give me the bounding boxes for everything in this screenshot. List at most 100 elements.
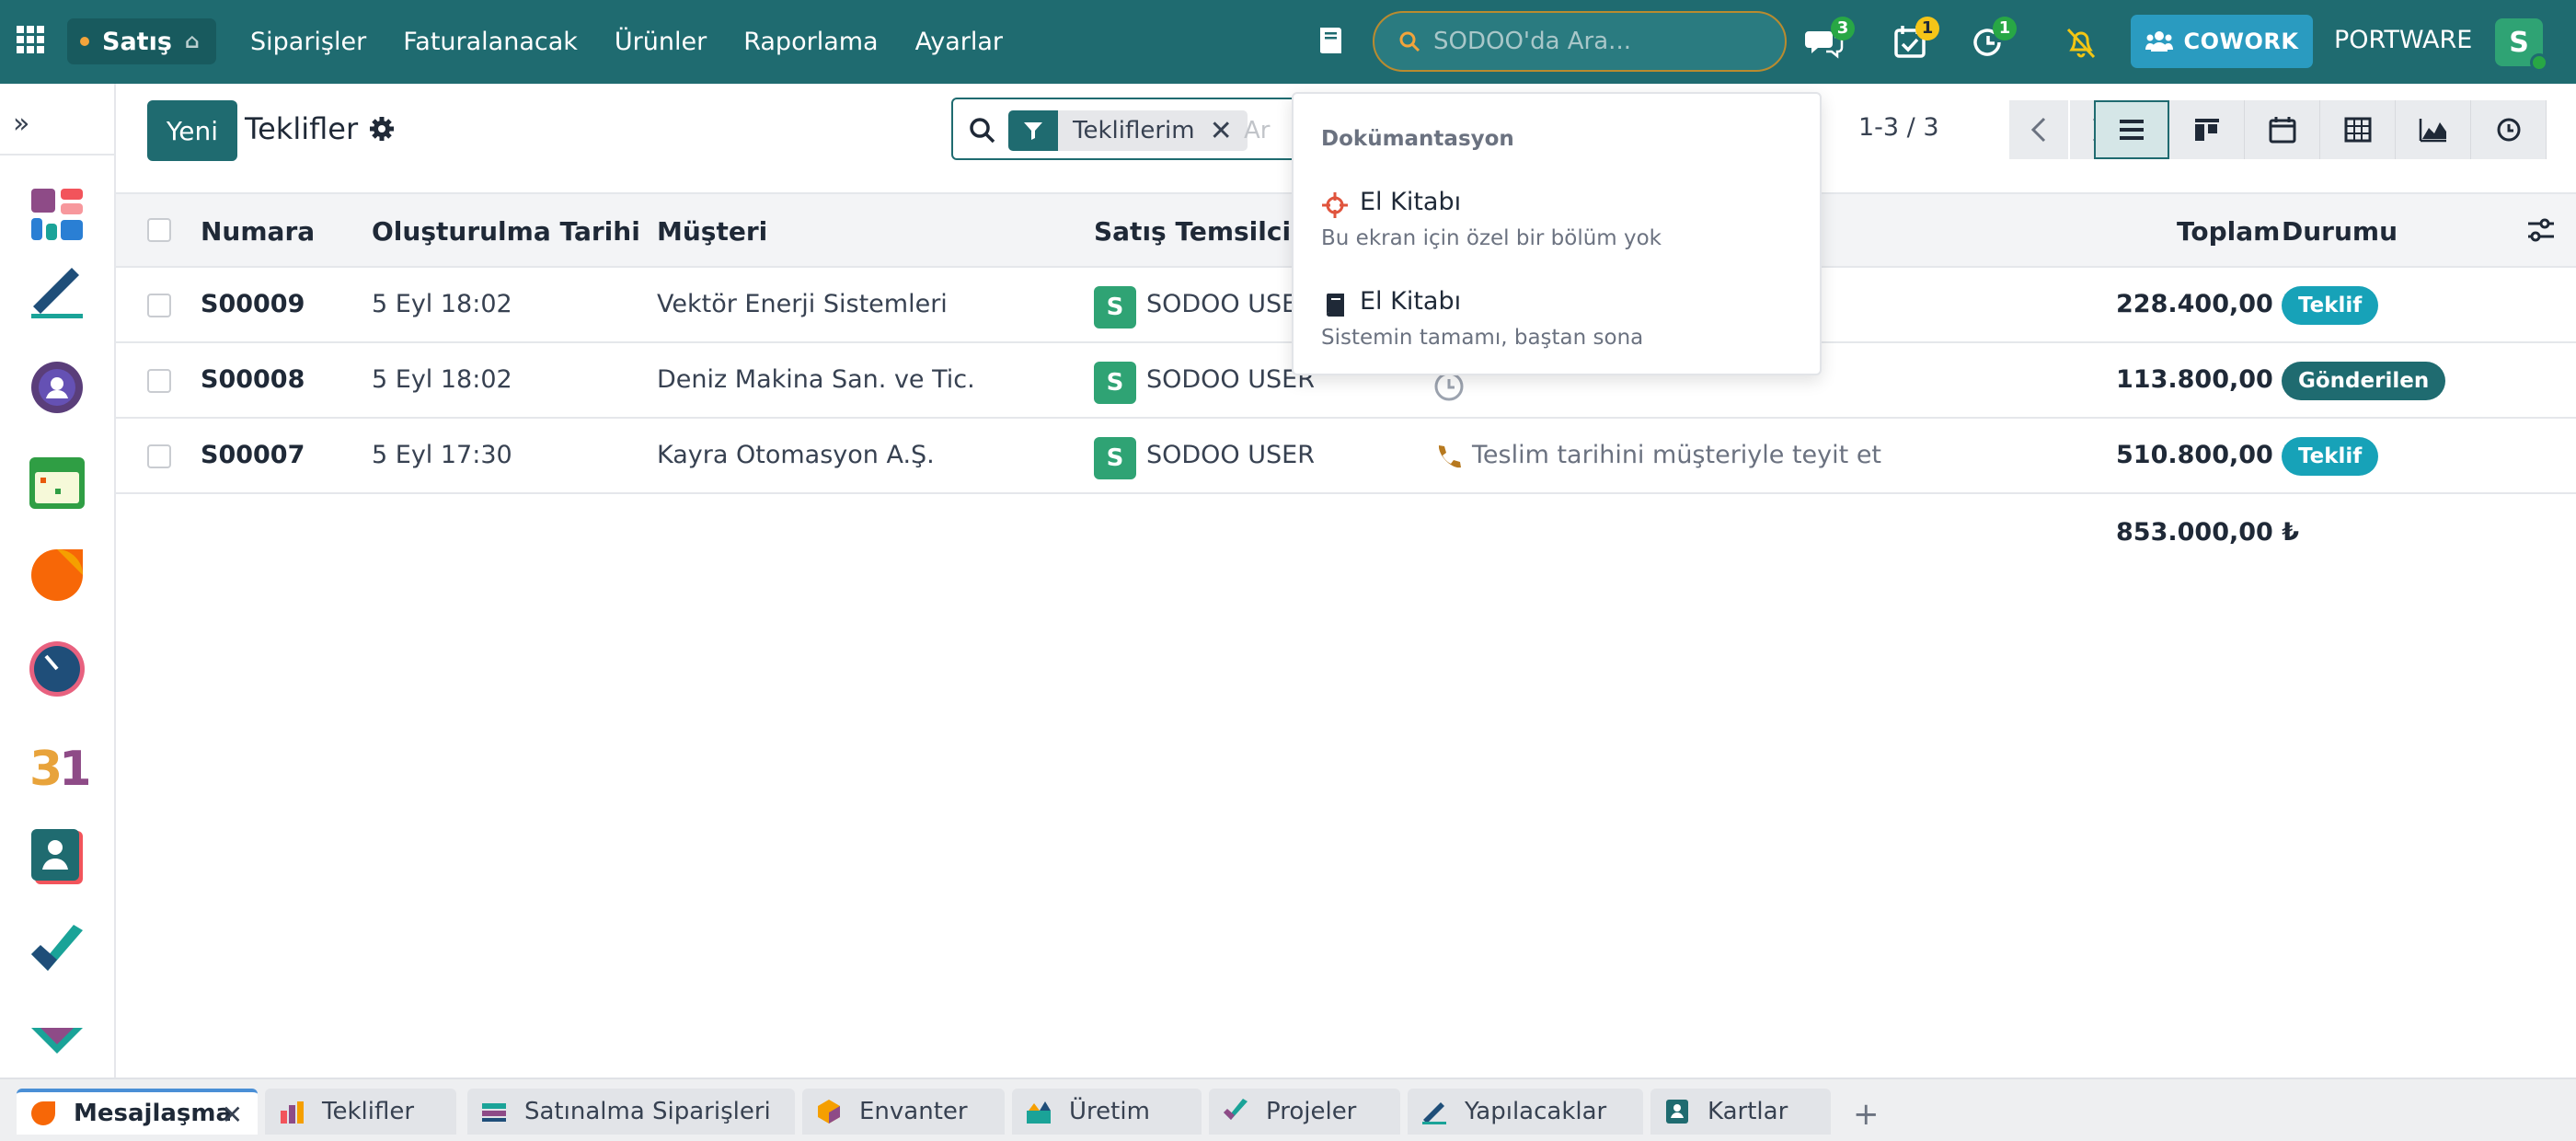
tab-envanter[interactable]: Envanter: [802, 1089, 1005, 1135]
cell-activity[interactable]: Teslim tarihini müşteriyle teyit et: [1472, 441, 1881, 469]
pager-previous-button[interactable]: [2009, 100, 2068, 159]
dropdown-header: Dokümantasyon: [1321, 127, 1514, 151]
current-app-button[interactable]: Satış ⌂: [67, 18, 216, 64]
dropdown-item-full-manual[interactable]: El Kitabı Sistemin tamamı, baştan sona: [1321, 287, 1800, 370]
cell-salesperson: SODOO USER: [1146, 365, 1315, 394]
table-footer: 853.000,00 ₺: [116, 496, 2576, 571]
tab-satinalma[interactable]: Satınalma Siparişleri: [467, 1089, 795, 1135]
activity-view-button[interactable]: [2471, 100, 2547, 159]
user-initial: S: [2509, 26, 2529, 59]
muted-bell-icon[interactable]: [2061, 22, 2101, 63]
header-customer[interactable]: Müşteri: [657, 216, 767, 247]
dropdown-item-subtitle: Sistemin tamamı, baştan sona: [1321, 326, 1644, 350]
cell-number: S00007: [201, 441, 305, 469]
pivot-table-icon: [2344, 117, 2371, 143]
menu-ayarlar[interactable]: Ayarlar: [915, 28, 1003, 56]
add-tab-icon[interactable]: +: [1853, 1096, 1880, 1133]
tab-yapilacaklar[interactable]: Yapılacaklar: [1408, 1089, 1643, 1135]
online-status-dot: [2530, 53, 2548, 72]
svg-text:3: 3: [29, 742, 63, 794]
sign-pen-app-icon[interactable]: [26, 260, 88, 323]
cell-salesperson: SODOO USER: [1146, 441, 1315, 469]
apps-menu-icon[interactable]: [17, 26, 44, 53]
dashboards-app-icon[interactable]: [26, 183, 88, 246]
expand-sidebar-icon[interactable]: »: [13, 108, 29, 140]
gear-icon[interactable]: [368, 115, 396, 143]
new-button[interactable]: Yeni: [147, 100, 237, 161]
more-app-icon[interactable]: [26, 1009, 88, 1072]
tab-label: Teklifler: [322, 1098, 415, 1125]
crosshair-icon: [1322, 192, 1348, 218]
tab-label: Üretim: [1069, 1098, 1150, 1125]
kanban-icon: [2194, 119, 2219, 141]
dropdown-item-screen-manual[interactable]: El Kitabı Bu ekran için özel bir bölüm y…: [1321, 188, 1800, 271]
page-title: Teklifler: [245, 111, 359, 146]
remove-facet-icon[interactable]: ✕: [1210, 115, 1248, 147]
calendar-app-icon[interactable]: [26, 450, 88, 513]
optional-columns-icon[interactable]: [2526, 218, 2556, 244]
tab-teklifler[interactable]: Teklifler: [265, 1089, 456, 1135]
list-view-button[interactable]: [2094, 100, 2169, 159]
app-sidebar: » 3 1: [0, 84, 116, 1078]
header-created[interactable]: Oluşturulma Tarihi: [372, 216, 640, 247]
close-tab-icon[interactable]: ✕: [222, 1100, 243, 1130]
messages-badge: 3: [1831, 17, 1855, 40]
table-row[interactable]: S00007 5 Eyl 17:30 Kayra Otomasyon A.Ş. …: [116, 419, 2576, 494]
tab-projeler[interactable]: Projeler: [1209, 1089, 1400, 1135]
pivot-view-button[interactable]: [2320, 100, 2396, 159]
cell-created: 5 Eyl 18:02: [372, 290, 512, 318]
timesheet-app-icon[interactable]: [26, 638, 88, 700]
global-search[interactable]: SODOO'da Ara...: [1373, 11, 1787, 72]
search-input[interactable]: Ar: [1244, 117, 1270, 144]
header-total[interactable]: Toplam: [2177, 216, 2280, 247]
tab-kartlar[interactable]: Kartlar: [1650, 1089, 1831, 1135]
menu-faturalanacak[interactable]: Faturalanacak: [403, 28, 578, 56]
search-icon: [1399, 31, 1420, 52]
salesperson-avatar: S: [1094, 362, 1136, 404]
project-check-app-icon[interactable]: [26, 919, 88, 982]
pager-value[interactable]: 1-3 / 3: [1858, 113, 1939, 142]
tab-label: Yapılacaklar: [1465, 1098, 1607, 1125]
row-checkbox[interactable]: [147, 294, 171, 317]
row-checkbox[interactable]: [147, 444, 171, 468]
activity-clock-icon[interactable]: [1433, 371, 1465, 402]
cell-total: 113.800,00 ₺: [2116, 365, 2299, 394]
area-chart-icon: [2419, 119, 2446, 143]
menu-urunler[interactable]: Ürünler: [615, 28, 707, 56]
cell-salesperson: SODOO USER: [1146, 290, 1315, 318]
header-status[interactable]: Durumu: [2282, 216, 2398, 247]
select-all-checkbox[interactable]: [147, 218, 171, 242]
tab-uretim[interactable]: Üretim: [1012, 1089, 1202, 1135]
documentation-book-icon[interactable]: [1314, 24, 1347, 57]
purchase-tab-icon: [482, 1103, 506, 1122]
list-icon: [2120, 120, 2144, 140]
contacts-app-icon[interactable]: [26, 825, 88, 888]
company-switcher[interactable]: PORTWARE: [2334, 26, 2472, 54]
discuss-app-icon[interactable]: [26, 544, 88, 606]
status-badge: Gönderilen: [2282, 362, 2446, 400]
cell-customer: Vektör Enerji Sistemleri: [657, 290, 948, 318]
cowork-button[interactable]: COWORK: [2131, 15, 2313, 68]
graph-view-button[interactable]: [2396, 100, 2471, 159]
header-number[interactable]: Numara: [201, 216, 315, 247]
cowork-label: COWORK: [2183, 29, 2299, 54]
cell-number: S00008: [201, 365, 305, 394]
kanban-view-button[interactable]: [2169, 100, 2245, 159]
app-status-dot: [80, 37, 89, 46]
employees-app-icon[interactable]: [26, 356, 88, 419]
dropdown-item-title: El Kitabı: [1360, 287, 1462, 316]
user-avatar[interactable]: S: [2495, 18, 2548, 72]
header-salesperson[interactable]: Satış Temsilcisi: [1094, 216, 1315, 247]
grand-total: 853.000,00 ₺: [2116, 518, 2299, 547]
search-facet: Tekliflerim ✕: [1008, 110, 1248, 151]
calendar-31-app-icon[interactable]: 3 1: [26, 732, 88, 794]
menu-siparisler[interactable]: Siparişler: [250, 28, 366, 56]
manufacturing-tab-icon: [1027, 1101, 1051, 1124]
menu-raporlama[interactable]: Raporlama: [743, 28, 878, 56]
home-icon: ⌂: [184, 29, 200, 53]
calendar-view-button[interactable]: [2245, 100, 2320, 159]
todo-tab-icon: [1422, 1102, 1446, 1124]
row-checkbox[interactable]: [147, 369, 171, 393]
tab-mesajlasma[interactable]: Mesajlaşma ✕: [17, 1089, 258, 1135]
project-tab-icon: [1224, 1099, 1248, 1120]
